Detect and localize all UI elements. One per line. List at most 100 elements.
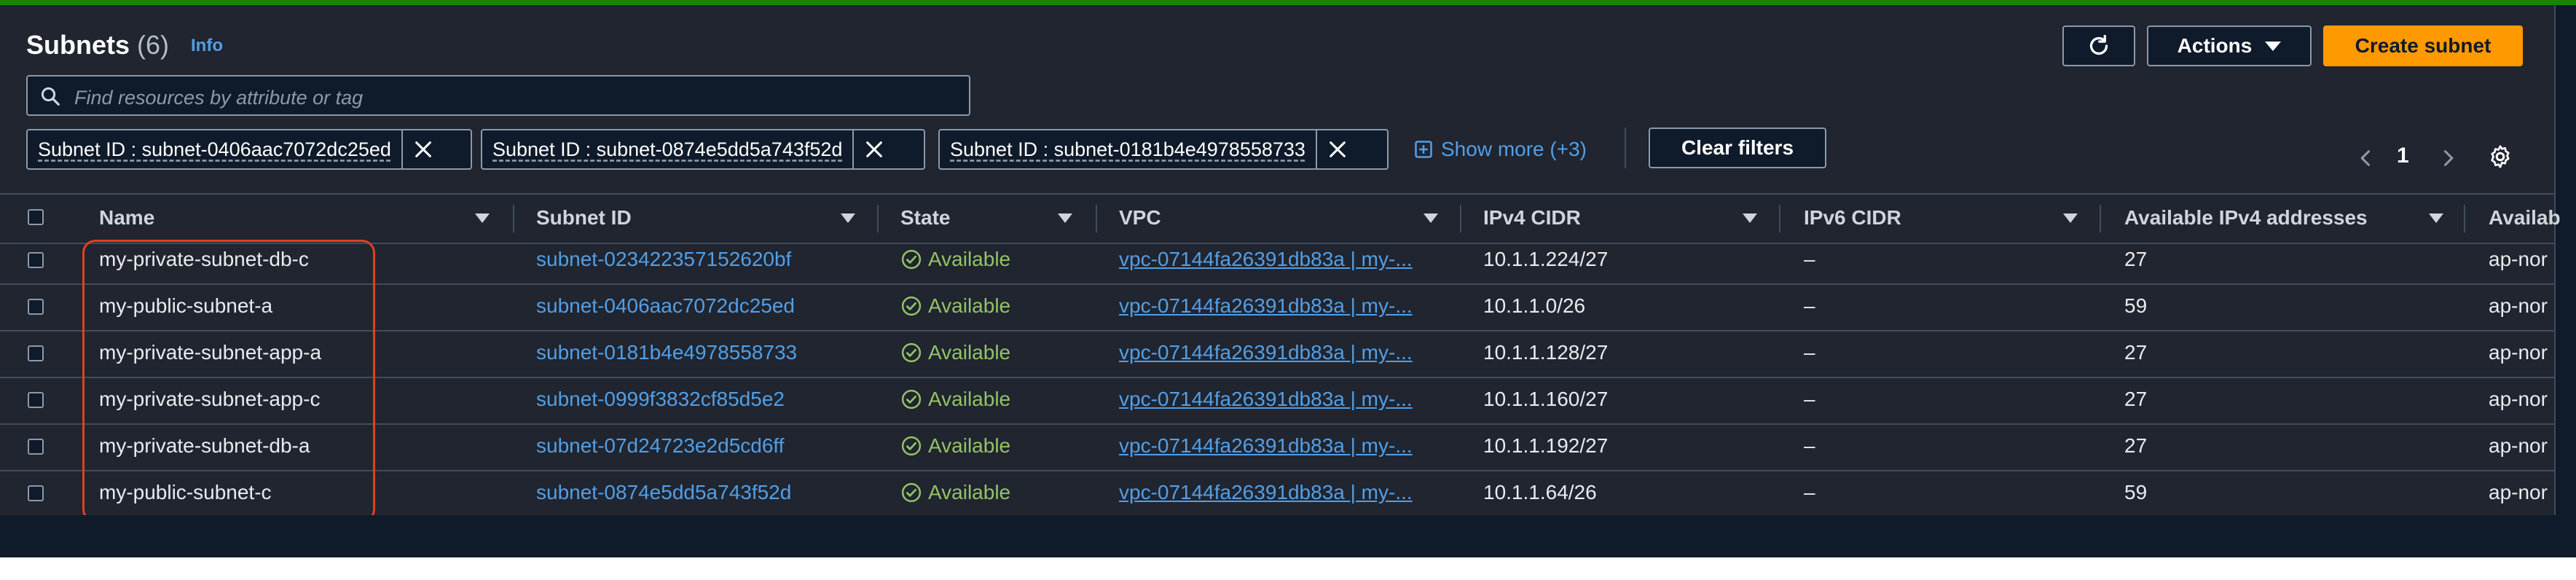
chevron-right-icon[interactable] [2438, 146, 2458, 170]
state-badge: Available [900, 434, 1010, 458]
column-header-available-ipv4[interactable]: Available IPv4 addresses [2124, 206, 2368, 230]
show-more-label: Show more (+3) [1441, 138, 1587, 160]
filter-token-label[interactable]: Subnet ID : subnet-0181b4e4978558733 [940, 130, 1316, 168]
subnet-id-link[interactable]: subnet-0406aac7072dc25ed [536, 294, 795, 318]
vpc-link[interactable]: vpc-07144fa26391db83a | my-... [1119, 248, 1432, 271]
row-checkbox[interactable] [28, 485, 44, 501]
subnet-id-link[interactable]: subnet-0999f3832cf85d5e2 [536, 388, 785, 411]
row-checkbox[interactable] [28, 299, 44, 315]
search-icon [41, 87, 60, 106]
ipv4-cidr: 10.1.1.192/27 [1483, 434, 1609, 457]
check-circle-icon [901, 436, 922, 456]
sort-icon[interactable] [2429, 213, 2443, 223]
subnet-id-link[interactable]: subnet-023422357152620bf [536, 248, 791, 271]
clear-filters-button[interactable]: Clear filters [1649, 128, 1826, 168]
sort-icon[interactable] [841, 213, 855, 223]
ipv4-cidr: 10.1.1.0/26 [1483, 294, 1586, 317]
close-icon [415, 141, 431, 157]
state-label: Available [928, 341, 1011, 364]
check-circle-icon [901, 249, 922, 270]
column-header-ipv4-cidr[interactable]: IPv4 CIDR [1483, 206, 1581, 230]
refresh-button[interactable] [2062, 26, 2135, 66]
state-label: Available [928, 294, 1011, 317]
sort-icon[interactable] [1424, 213, 1438, 223]
subnet-id-link[interactable]: subnet-0181b4e4978558733 [536, 341, 797, 364]
sort-icon[interactable] [1743, 213, 1757, 223]
column-resizer[interactable] [513, 205, 514, 232]
table-row[interactable]: my-private-subnet-db-a subnet-07d24723e2… [0, 423, 2554, 471]
close-icon [866, 141, 883, 157]
table-row[interactable]: my-private-subnet-app-a subnet-0181b4e49… [0, 330, 2554, 378]
search-input[interactable]: Find resources by attribute or tag [26, 75, 970, 116]
footer-dark-band [0, 515, 2576, 557]
remove-filter-button[interactable] [1315, 130, 1358, 168]
vpc-link[interactable]: vpc-07144fa26391db83a | my-... [1119, 434, 1432, 458]
filter-token: Subnet ID : subnet-0181b4e4978558733 [938, 129, 1389, 170]
gear-icon[interactable] [2487, 144, 2513, 170]
page-title: Subnets (6) [26, 30, 169, 60]
column-resizer[interactable] [1460, 205, 1461, 232]
state-label: Available [928, 481, 1011, 503]
subnets-table-panel: Subnets (6) Info Actions Create subnet F… [0, 5, 2561, 522]
page-number[interactable]: 1 [2397, 144, 2409, 168]
available-ipv4: 59 [2124, 294, 2148, 317]
table-row[interactable]: my-private-subnet-app-c subnet-0999f3832… [0, 377, 2554, 425]
availability-zone: ap-nor [2489, 481, 2548, 503]
column-header-ipv6-cidr[interactable]: IPv6 CIDR [1804, 206, 1901, 230]
availability-zone: ap-nor [2489, 341, 2548, 364]
state-badge: Available [900, 341, 1010, 364]
show-more-filters-link[interactable]: Show more (+3) [1413, 138, 1587, 161]
row-checkbox[interactable] [28, 345, 44, 361]
page-footer-area [0, 515, 2576, 580]
sort-icon[interactable] [475, 213, 490, 223]
available-ipv4: 27 [2124, 388, 2148, 410]
subnet-id-link[interactable]: subnet-0874e5dd5a743f52d [536, 481, 791, 504]
state-label: Available [928, 388, 1011, 410]
table-row[interactable]: my-private-subnet-db-c subnet-0234223571… [0, 237, 2554, 285]
vpc-link[interactable]: vpc-07144fa26391db83a | my-... [1119, 341, 1432, 364]
vpc-link[interactable]: vpc-07144fa26391db83a | my-... [1119, 481, 1432, 504]
available-ipv4: 27 [2124, 434, 2148, 457]
row-checkbox[interactable] [28, 439, 44, 455]
row-checkbox[interactable] [28, 252, 44, 268]
filter-token-label[interactable]: Subnet ID : subnet-0406aac7072dc25ed [28, 130, 401, 168]
refresh-icon [2089, 34, 2108, 55]
column-resizer[interactable] [2464, 205, 2465, 232]
column-resizer[interactable] [1779, 205, 1780, 232]
sort-icon[interactable] [1058, 213, 1072, 223]
select-all-checkbox[interactable] [28, 209, 44, 225]
subnet-id-link[interactable]: subnet-07d24723e2d5cd6ff [536, 434, 784, 458]
row-checkbox[interactable] [28, 392, 44, 408]
column-header-subnet-id[interactable]: Subnet ID [536, 206, 632, 230]
ipv6-cidr: – [1804, 248, 1815, 270]
filter-token: Subnet ID : subnet-0406aac7072dc25ed [26, 129, 472, 170]
actions-button[interactable]: Actions [2147, 26, 2312, 66]
close-icon [1330, 141, 1346, 157]
column-resizer[interactable] [1096, 205, 1097, 232]
remove-filter-button[interactable] [852, 130, 895, 168]
column-header-vpc[interactable]: VPC [1119, 206, 1161, 230]
table-row[interactable]: my-public-subnet-a subnet-0406aac7072dc2… [0, 283, 2554, 332]
availability-zone: ap-nor [2489, 248, 2548, 270]
availability-zone: ap-nor [2489, 294, 2548, 317]
title-count: (6) [137, 30, 170, 60]
vpc-link[interactable]: vpc-07144fa26391db83a | my-... [1119, 388, 1432, 411]
available-ipv4: 27 [2124, 248, 2148, 270]
column-header-state[interactable]: State [900, 206, 950, 230]
state-badge: Available [900, 388, 1010, 411]
vpc-link[interactable]: vpc-07144fa26391db83a | my-... [1119, 294, 1432, 318]
expand-icon [1415, 141, 1432, 158]
remove-filter-button[interactable] [401, 130, 444, 168]
state-label: Available [928, 434, 1011, 457]
sort-icon[interactable] [2063, 213, 2078, 223]
column-resizer[interactable] [877, 205, 879, 232]
info-link[interactable]: Info [191, 36, 223, 56]
column-header-availability-zone[interactable]: Availab [2489, 206, 2561, 230]
chevron-left-icon[interactable] [2356, 146, 2376, 170]
state-badge: Available [900, 481, 1010, 504]
filter-token-label[interactable]: Subnet ID : subnet-0874e5dd5a743f52d [482, 130, 852, 168]
table-row[interactable]: my-public-subnet-c subnet-0874e5dd5a743f… [0, 470, 2554, 518]
column-resizer[interactable] [2100, 205, 2101, 232]
column-header-name[interactable]: Name [99, 206, 154, 230]
create-subnet-button[interactable]: Create subnet [2323, 26, 2523, 66]
